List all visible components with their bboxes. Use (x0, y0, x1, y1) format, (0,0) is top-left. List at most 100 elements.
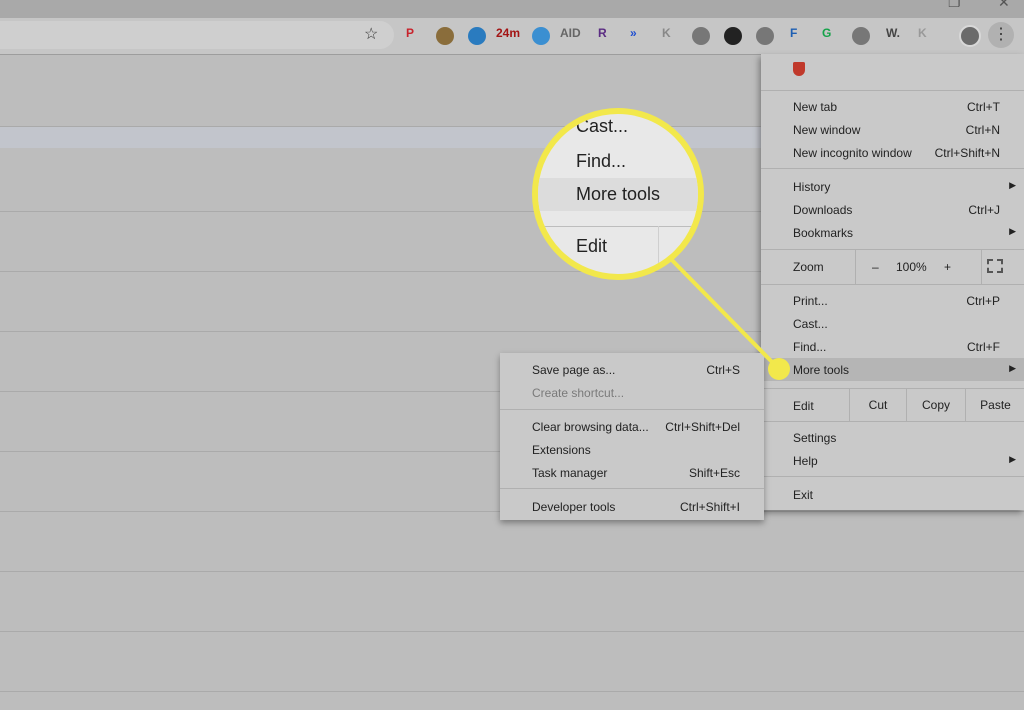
menu-item-label: Bookmarks (793, 226, 854, 240)
paste-button[interactable]: Paste (965, 389, 1024, 421)
magnified-edit: Edit (576, 236, 608, 256)
shield-icon[interactable] (793, 62, 805, 76)
zoom-label: Zoom (793, 260, 824, 274)
eyedropper-icon[interactable] (436, 27, 454, 45)
menu-item-bookmarks[interactable]: Bookmarks ▶ (761, 221, 1024, 244)
menu-item-print[interactable]: Print... Ctrl+P (761, 289, 1024, 312)
feather-icon[interactable] (852, 27, 870, 45)
k-icon[interactable]: K (662, 26, 671, 40)
r-icon[interactable]: R (598, 26, 607, 40)
menu-item-label: Downloads (793, 203, 853, 217)
menu-separator (761, 168, 1024, 169)
menu-item-label: Settings (793, 431, 837, 445)
menu-item-label: Developer tools (532, 500, 616, 514)
menu-item-help[interactable]: Help ▶ (761, 449, 1024, 472)
browser-toolbar: ☆ P 24m AID R » K F G W. K ⋮ (0, 18, 1024, 55)
briefcase-icon[interactable] (756, 27, 774, 45)
shield-check-icon[interactable] (468, 27, 486, 45)
edit-row: Edit Cut Copy Paste (761, 389, 1024, 421)
copy-button[interactable]: Copy (906, 389, 965, 421)
menu-item-label: Print... (793, 294, 828, 308)
menu-item-new-tab[interactable]: New tab Ctrl+T (761, 95, 1024, 118)
avatar[interactable] (959, 25, 981, 47)
close-icon[interactable]: ✕ (998, 0, 1010, 11)
divider (0, 691, 1024, 692)
magnified-more-tools: More tools (576, 184, 661, 204)
chrome-menu-button[interactable]: ⋮ (988, 22, 1014, 48)
menu-separator (500, 488, 764, 489)
menu-item-history[interactable]: History ▶ (761, 175, 1024, 198)
menu-item-label: Extensions (532, 443, 591, 457)
menu-item-shortcut: Ctrl+F (967, 340, 1000, 354)
zoom-in-button[interactable]: + (944, 260, 951, 274)
menu-item-new-window[interactable]: New window Ctrl+N (761, 118, 1024, 141)
menu-item-find[interactable]: Find... Ctrl+F (761, 335, 1024, 358)
menu-item-label: Save page as... (532, 363, 616, 377)
menu-item-shortcut: Ctrl+P (966, 294, 1000, 308)
more-tools-submenu: Save page as... Ctrl+S Create shortcut..… (500, 353, 764, 520)
menu-separator (761, 90, 1024, 91)
menu-item-label: Help (793, 454, 818, 468)
menu-item-label: New window (793, 123, 861, 137)
submenu-item-extensions[interactable]: Extensions (500, 438, 764, 461)
cut-button[interactable]: Cut (849, 389, 906, 421)
menu-item-label: Create shortcut... (532, 386, 625, 400)
chevron-right-icon: ▶ (1009, 454, 1016, 464)
edit-label: Edit (793, 399, 814, 413)
magnified-divider (658, 226, 659, 274)
restore-icon[interactable]: ❐ (948, 0, 961, 11)
menu-item-cast[interactable]: Cast... (761, 312, 1024, 335)
zoom-out-button[interactable]: – (872, 260, 879, 274)
acorn-icon[interactable] (692, 27, 710, 45)
divider (0, 631, 1024, 632)
menu-item-shortcut: Shift+Esc (688, 466, 740, 480)
menu-item-label: Cast... (793, 317, 828, 331)
zoom-controls: – 100% + (855, 250, 982, 284)
menu-item-downloads[interactable]: Downloads Ctrl+J (761, 198, 1024, 221)
menu-separator (761, 476, 1024, 477)
chrome-main-menu: New tab Ctrl+T New window Ctrl+N New inc… (761, 54, 1024, 510)
chevron-right-icon: ▶ (1009, 363, 1016, 373)
menu-item-label: Exit (793, 488, 814, 502)
menu-item-label: Task manager (532, 466, 608, 480)
menu-separator (761, 284, 1024, 285)
menu-item-new-incognito-window[interactable]: New incognito window Ctrl+Shift+N (761, 141, 1024, 164)
k2-icon[interactable]: K (918, 26, 927, 40)
pinterest-icon[interactable]: P (406, 26, 414, 40)
chevron-right-icon: ▶ (1009, 180, 1016, 190)
menu-item-exit[interactable]: Exit (761, 483, 1024, 506)
menu-item-shortcut: Ctrl+J (968, 203, 1000, 217)
address-bar[interactable] (0, 21, 394, 49)
menu-item-label: More tools (793, 363, 850, 377)
w-icon[interactable]: W. (886, 26, 900, 40)
aid-icon[interactable]: AID (560, 26, 581, 40)
grammarly-icon[interactable]: G (822, 26, 831, 40)
menu-item-shortcut: Ctrl+N (965, 123, 1000, 137)
menu-item-more-tools[interactable]: More tools ▶ (761, 358, 1024, 381)
menu-item-settings[interactable]: Settings (761, 426, 1024, 449)
f-icon[interactable]: F (790, 26, 797, 40)
magnified-find: Find... (576, 151, 627, 171)
timer-icon[interactable]: 24m (496, 26, 520, 40)
fullscreen-icon[interactable] (987, 259, 1003, 273)
submenu-item-clear-browsing-data[interactable]: Clear browsing data... Ctrl+Shift+Del (500, 415, 764, 438)
menu-item-shortcut: Ctrl+T (967, 100, 1000, 114)
submenu-item-save-page[interactable]: Save page as... Ctrl+S (500, 358, 764, 381)
speed-icon[interactable] (532, 27, 550, 45)
menu-item-shortcut: Ctrl+S (706, 363, 740, 377)
zoom-level: 100% (896, 260, 927, 274)
menu-item-shortcut: Ctrl+Shift+Del (665, 420, 740, 434)
menu-item-label: New incognito window (793, 146, 912, 160)
menu-item-label: Find... (793, 340, 827, 354)
zoom-row: Zoom – 100% + (761, 250, 1024, 284)
callout-pointer-dot (768, 358, 790, 380)
submenu-item-developer-tools[interactable]: Developer tools Ctrl+Shift+I (500, 495, 764, 518)
menu-separator (761, 421, 1024, 422)
arrows-icon[interactable]: » (630, 26, 637, 40)
divider (0, 571, 1024, 572)
chevron-right-icon: ▶ (1009, 226, 1016, 236)
owl-icon[interactable] (724, 27, 742, 45)
submenu-item-task-manager[interactable]: Task manager Shift+Esc (500, 461, 764, 484)
bookmark-star-icon[interactable]: ☆ (364, 24, 378, 44)
menu-separator (500, 409, 764, 410)
